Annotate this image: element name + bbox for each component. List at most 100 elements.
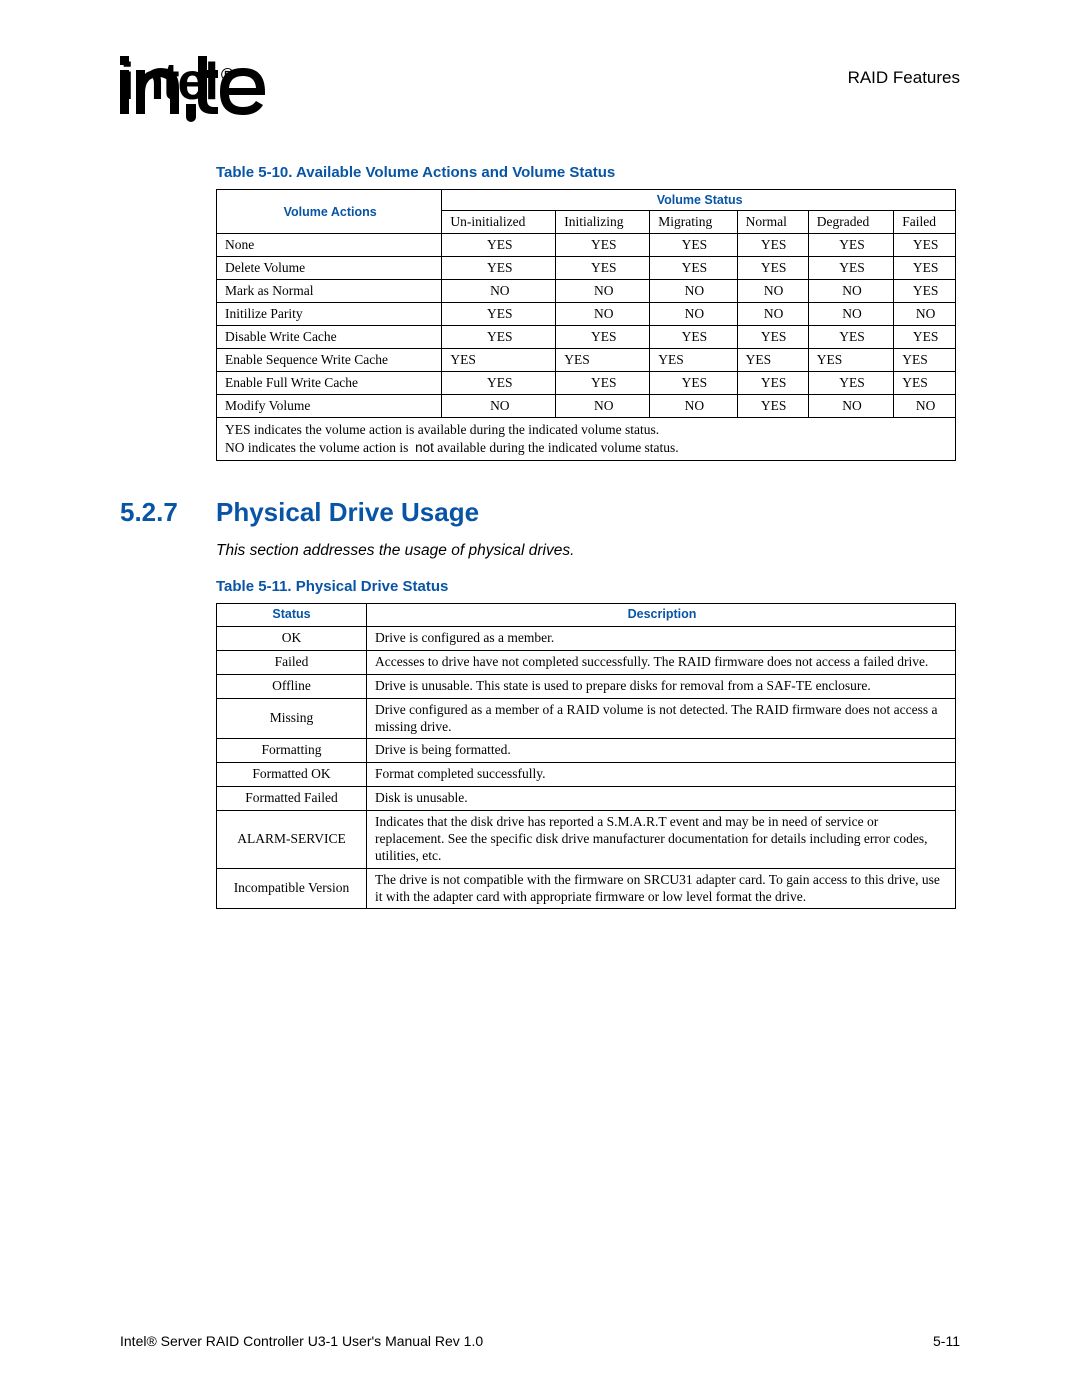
status-cell: OK	[217, 627, 367, 651]
value-cell: YES	[442, 372, 556, 395]
value-cell: YES	[894, 280, 956, 303]
col-volume-status: Volume Status	[442, 190, 956, 211]
value-cell: YES	[442, 257, 556, 280]
value-cell: YES	[808, 349, 893, 372]
table-volume-actions: Volume Actions Volume Status Un-initiali…	[216, 189, 956, 461]
description-cell: Accesses to drive have not completed suc…	[367, 650, 956, 674]
status-col-header: Degraded	[808, 211, 893, 234]
table-row: OfflineDrive is unusable. This state is …	[217, 674, 956, 698]
table-physical-drive-status: Status Description OKDrive is configured…	[216, 603, 956, 909]
value-cell: NO	[650, 395, 737, 418]
value-cell: YES	[650, 372, 737, 395]
value-cell: NO	[808, 280, 893, 303]
value-cell: NO	[894, 303, 956, 326]
action-cell: Modify Volume	[217, 395, 442, 418]
status-cell: Offline	[217, 674, 367, 698]
footer-left: Intel® Server RAID Controller U3-1 User'…	[120, 1333, 483, 1349]
value-cell: YES	[808, 372, 893, 395]
action-cell: Mark as Normal	[217, 280, 442, 303]
description-cell: Format completed successfully.	[367, 763, 956, 787]
col-description: Description	[367, 604, 956, 627]
value-cell: NO	[442, 280, 556, 303]
table-row: FormattingDrive is being formatted.	[217, 739, 956, 763]
action-cell: Disable Write Cache	[217, 326, 442, 349]
table-row: Incompatible VersionThe drive is not com…	[217, 868, 956, 909]
value-cell: YES	[650, 349, 737, 372]
table-row: Enable Sequence Write CacheYESYESYESYESY…	[217, 349, 956, 372]
status-col-header: Migrating	[650, 211, 737, 234]
description-cell: Drive is configured as a member.	[367, 627, 956, 651]
section-intro: This section addresses the usage of phys…	[216, 542, 960, 560]
description-cell: The drive is not compatible with the fir…	[367, 868, 956, 909]
section-heading: 5.2.7Physical Drive Usage	[120, 497, 960, 528]
action-cell: Enable Sequence Write Cache	[217, 349, 442, 372]
value-cell: YES	[556, 234, 650, 257]
value-cell: NO	[808, 303, 893, 326]
value-cell: YES	[894, 349, 956, 372]
value-cell: YES	[808, 234, 893, 257]
value-cell: NO	[808, 395, 893, 418]
table-row: Mark as NormalNONONONONOYES	[217, 280, 956, 303]
table-row: Enable Full Write CacheYESYESYESYESYESYE…	[217, 372, 956, 395]
value-cell: YES	[737, 349, 808, 372]
action-cell: None	[217, 234, 442, 257]
value-cell: YES	[442, 234, 556, 257]
action-cell: Initilize Parity	[217, 303, 442, 326]
col-volume-actions: Volume Actions	[217, 190, 442, 234]
description-cell: Indicates that the disk drive has report…	[367, 811, 956, 869]
value-cell: YES	[556, 326, 650, 349]
value-cell: YES	[808, 257, 893, 280]
status-cell: Failed	[217, 650, 367, 674]
table-row: MissingDrive configured as a member of a…	[217, 698, 956, 739]
status-cell: Formatted OK	[217, 763, 367, 787]
value-cell: NO	[556, 303, 650, 326]
value-cell: YES	[442, 326, 556, 349]
status-cell: Formatted Failed	[217, 787, 367, 811]
value-cell: NO	[737, 303, 808, 326]
table-row: NoneYESYESYESYESYESYES	[217, 234, 956, 257]
value-cell: NO	[650, 280, 737, 303]
value-cell: YES	[556, 257, 650, 280]
status-col-header: Normal	[737, 211, 808, 234]
table2-caption: Table 5-11. Physical Drive Status	[216, 578, 960, 595]
value-cell: NO	[650, 303, 737, 326]
status-col-header: Un-initialized	[442, 211, 556, 234]
value-cell: YES	[737, 257, 808, 280]
table-row: Initilize ParityYESNONONONONO	[217, 303, 956, 326]
status-cell: Formatting	[217, 739, 367, 763]
table1-caption: Table 5-10. Available Volume Actions and…	[216, 164, 960, 181]
value-cell: NO	[737, 280, 808, 303]
value-cell: YES	[650, 234, 737, 257]
value-cell: YES	[737, 234, 808, 257]
value-cell: YES	[556, 372, 650, 395]
status-col-header: Initializing	[556, 211, 650, 234]
table-row: Modify VolumeNONONOYESNONO	[217, 395, 956, 418]
table-row: Delete VolumeYESYESYESYESYESYES	[217, 257, 956, 280]
table1-notes: YES indicates the volume action is avail…	[217, 418, 956, 461]
value-cell: NO	[442, 395, 556, 418]
value-cell: YES	[442, 303, 556, 326]
table-row: Formatted FailedDisk is unusable.	[217, 787, 956, 811]
value-cell: NO	[556, 395, 650, 418]
description-cell: Drive is unusable. This state is used to…	[367, 674, 956, 698]
value-cell: YES	[894, 326, 956, 349]
value-cell: YES	[737, 326, 808, 349]
status-cell: ALARM-SERVICE	[217, 811, 367, 869]
value-cell: YES	[894, 372, 956, 395]
value-cell: YES	[808, 326, 893, 349]
status-cell: Incompatible Version	[217, 868, 367, 909]
description-cell: Disk is unusable.	[367, 787, 956, 811]
value-cell: YES	[737, 372, 808, 395]
table-row: FailedAccesses to drive have not complet…	[217, 650, 956, 674]
value-cell: YES	[442, 349, 556, 372]
value-cell: NO	[556, 280, 650, 303]
value-cell: YES	[737, 395, 808, 418]
value-cell: YES	[650, 257, 737, 280]
description-cell: Drive configured as a member of a RAID v…	[367, 698, 956, 739]
value-cell: YES	[894, 257, 956, 280]
intel-logo: intel®	[120, 56, 270, 108]
footer-right: 5-11	[933, 1333, 960, 1349]
value-cell: NO	[894, 395, 956, 418]
table-row: Disable Write CacheYESYESYESYESYESYES	[217, 326, 956, 349]
action-cell: Enable Full Write Cache	[217, 372, 442, 395]
